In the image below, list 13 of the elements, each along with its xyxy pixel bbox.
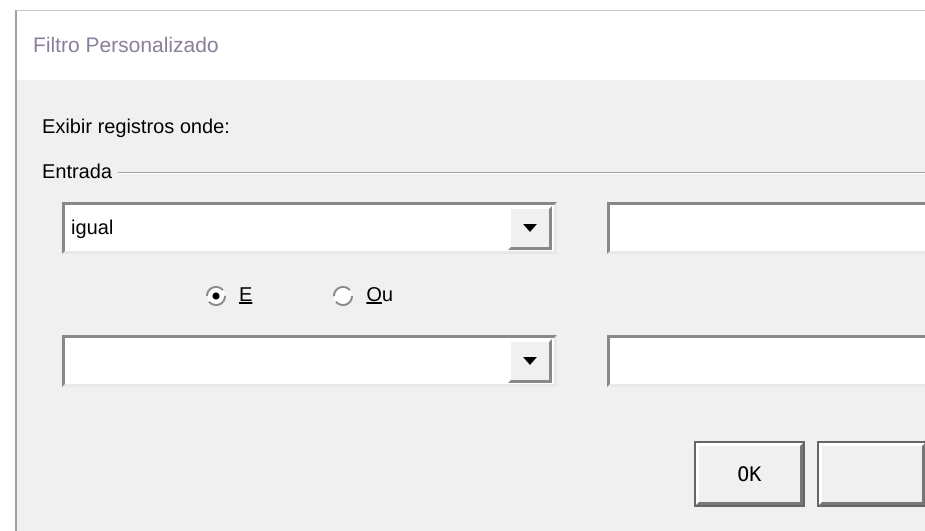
ok-button[interactable]: OK bbox=[696, 443, 802, 505]
prompt-label: Exibir registros onde: bbox=[42, 116, 231, 139]
radio-option[interactable]: Ou bbox=[332, 284, 394, 307]
radio-option[interactable]: E bbox=[205, 284, 252, 307]
dropdown-arrow-icon bbox=[523, 357, 537, 365]
dialog-button[interactable] bbox=[818, 443, 925, 505]
value-field[interactable] bbox=[607, 202, 925, 254]
group-label: Entrada bbox=[42, 161, 112, 184]
operator-dropdown[interactable] bbox=[62, 335, 557, 387]
value-field[interactable] bbox=[607, 335, 925, 387]
operator-dropdown[interactable]: igual bbox=[62, 202, 557, 254]
window-title: Filtro Personalizado bbox=[33, 34, 219, 58]
dropdown-arrow-icon bbox=[523, 224, 537, 232]
